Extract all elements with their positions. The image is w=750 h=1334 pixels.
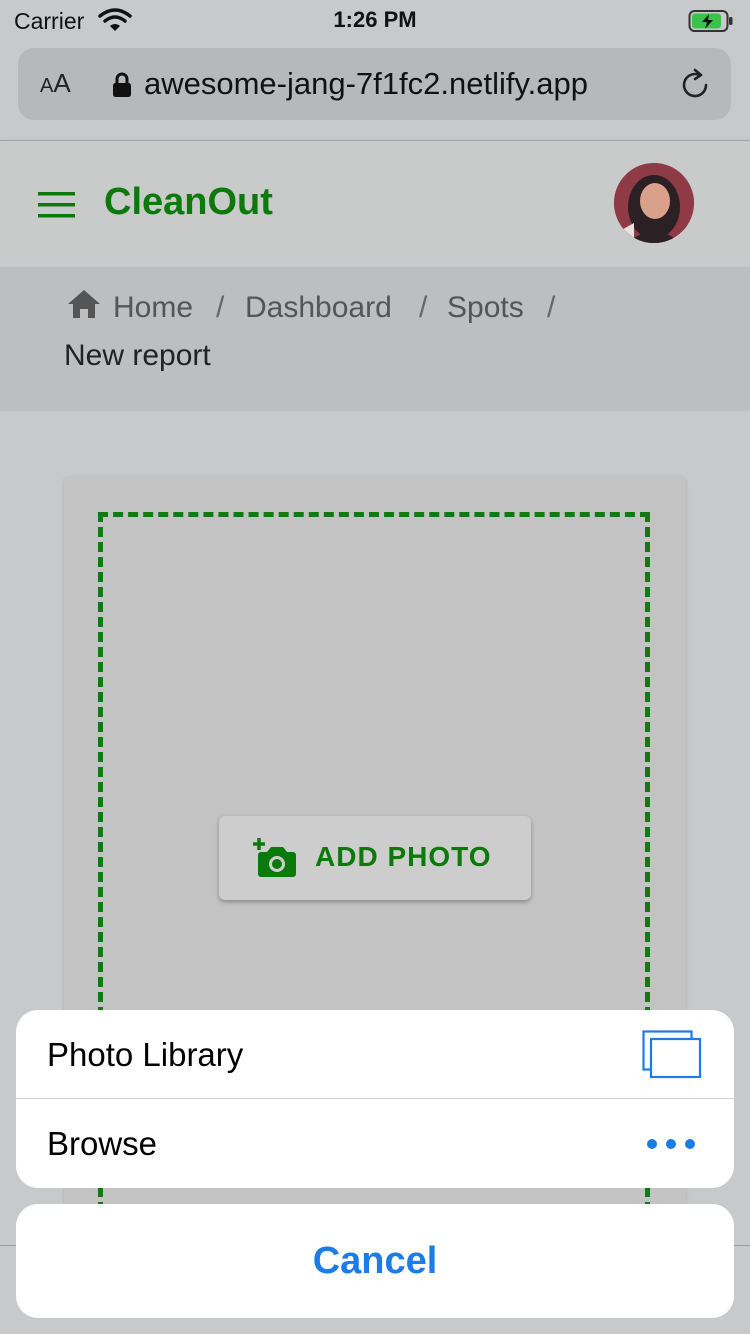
clock: 1:26 PM <box>333 7 417 32</box>
hamburger-menu-icon[interactable] <box>38 192 76 223</box>
action-photo-library-label: Photo Library <box>47 1036 244 1073</box>
breadcrumb-separator: / <box>547 291 556 324</box>
cancel-label: Cancel <box>312 1240 438 1282</box>
more-dots-icon <box>646 1137 696 1156</box>
breadcrumb-dashboard[interactable]: Dashboard <box>245 291 392 325</box>
url-text[interactable]: awesome-jang-7f1fc2.netlify.app <box>144 66 588 102</box>
divider <box>734 1245 750 1246</box>
lock-icon <box>112 72 132 103</box>
add-photo-camera-icon <box>253 838 297 883</box>
action-sheet: Photo Library Browse <box>16 1010 734 1188</box>
text-size-large-glyph: A <box>53 68 71 98</box>
action-browse[interactable]: Browse <box>16 1099 734 1187</box>
battery-icon <box>688 9 734 39</box>
add-photo-label: ADD PHOTO <box>315 841 492 872</box>
app-bar: CleanOut <box>0 141 750 267</box>
text-size-button[interactable]: AA <box>40 68 71 99</box>
text-size-small-glyph: A <box>40 75 54 97</box>
url-bar[interactable]: AA awesome-jang-7f1fc2.netlify.app <box>18 48 731 120</box>
home-icon[interactable] <box>67 289 101 324</box>
breadcrumb-separator: / <box>216 291 225 324</box>
action-browse-label: Browse <box>47 1125 158 1162</box>
app-brand-title[interactable]: CleanOut <box>104 181 273 224</box>
user-avatar[interactable] <box>614 163 694 243</box>
breadcrumb-home[interactable]: Home <box>113 291 193 325</box>
photo-library-icon <box>642 1030 702 1085</box>
breadcrumb: Home / Dashboard / Spots / New report <box>0 267 750 411</box>
breadcrumb-separator: / <box>419 291 428 324</box>
add-photo-button[interactable]: ADD PHOTO <box>219 816 531 900</box>
breadcrumb-current: New report <box>64 339 211 372</box>
breadcrumb-spots[interactable]: Spots <box>447 291 524 325</box>
cancel-button[interactable]: Cancel <box>16 1204 734 1318</box>
status-bar: Carrier 1:26 PM <box>0 0 750 40</box>
action-photo-library[interactable]: Photo Library <box>16 1010 734 1098</box>
divider <box>0 1245 16 1246</box>
reload-icon[interactable] <box>678 68 712 107</box>
